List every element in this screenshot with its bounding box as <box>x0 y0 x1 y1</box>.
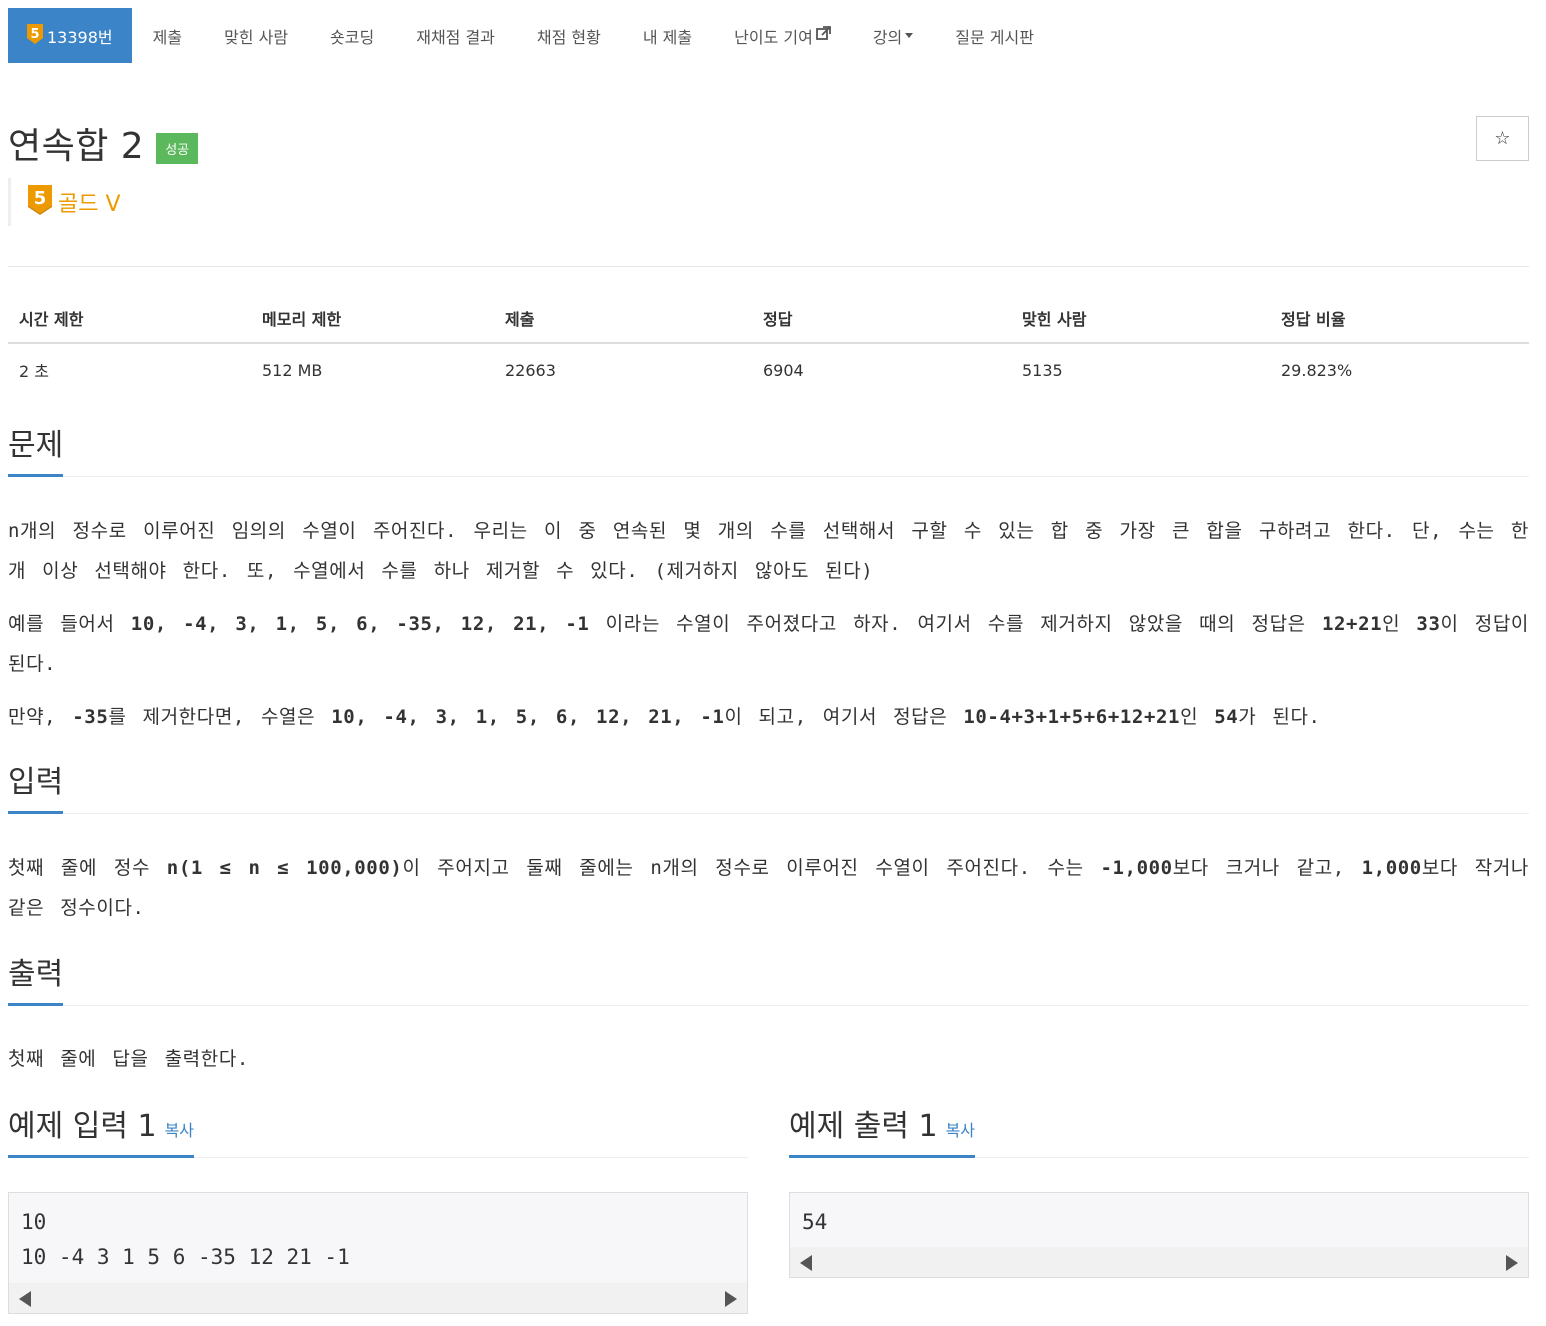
problem-section-header: 문제 <box>8 427 1529 477</box>
copy-sample-output-link[interactable]: 복사 <box>946 1121 975 1140</box>
svg-text:5: 5 <box>30 27 39 42</box>
status-badge: 성공 <box>156 132 199 164</box>
sample-input-text: 10 10 -4 3 1 5 6 -35 12 21 -1 <box>21 1210 350 1269</box>
value-memory-limit: 512 MB <box>262 360 323 380</box>
header-memory-limit: 메모리 제한 <box>251 292 494 344</box>
problem-title: 연속합 2 <box>8 126 145 167</box>
scroll-right-arrow-icon[interactable] <box>725 1291 737 1307</box>
header-accept-ratio: 정답 비율 <box>1270 292 1529 344</box>
nav-difficulty-contribution[interactable]: 난이도 기여 <box>713 8 852 63</box>
problem-description-p1: n개의 정수로 이루어진 임의의 수열이 주어진다. 우리는 이 중 연속된 몇… <box>8 520 1529 582</box>
problem-description-p3: 만약, -35를 제거한다면, 수열은 10, -4, 3, 1, 5, 6, … <box>8 706 1321 728</box>
problem-info-table: 시간 제한 메모리 제한 제출 정답 맞힌 사람 정답 비율 2 초 512 M… <box>8 292 1529 394</box>
sample-input-box: 10 10 -4 3 1 5 6 -35 12 21 -1 <box>8 1192 748 1314</box>
external-link-icon <box>815 26 831 45</box>
sample-output-heading: 예제 출력 1 복사 <box>789 1108 976 1158</box>
problem-heading: 문제 <box>8 427 64 477</box>
nav-lectures-label: 강의 <box>872 27 903 47</box>
sample-output-box: 54 <box>789 1192 1529 1278</box>
table-header-row: 시간 제한 메모리 제한 제출 정답 맞힌 사람 정답 비율 <box>8 292 1529 344</box>
input-description: 첫째 줄에 정수 n(1 ≤ n ≤ 100,000)이 주어지고 둘째 줄에는… <box>8 857 1529 919</box>
value-accept-ratio: 29.823% <box>1281 360 1353 380</box>
input-heading: 입력 <box>8 764 64 814</box>
scroll-left-arrow-icon[interactable] <box>19 1291 31 1307</box>
header-accepted: 정답 <box>752 292 1011 344</box>
problem-title-row: 연속합 2 성공 <box>8 117 199 169</box>
caret-down-icon <box>905 33 914 38</box>
nav-difficulty-label: 난이도 기여 <box>734 27 813 47</box>
copy-sample-input-link[interactable]: 복사 <box>165 1121 194 1140</box>
value-accepted: 6904 <box>763 360 804 380</box>
gold-tier-icon: 5 <box>28 185 52 219</box>
nav-question-board[interactable]: 질문 게시판 <box>934 8 1055 63</box>
problem-nav: 5 13398번 제출 맞힌 사람 숏코딩 재채점 결과 채점 현황 내 제출 … <box>8 8 1055 63</box>
nav-solved-users[interactable]: 맞힌 사람 <box>203 8 309 63</box>
output-section-header: 출력 <box>8 956 1529 1006</box>
svg-text:5: 5 <box>34 188 47 209</box>
value-solved-users: 5135 <box>1022 360 1063 380</box>
nav-judge-status[interactable]: 채점 현황 <box>516 8 622 63</box>
scroll-left-arrow-icon[interactable] <box>800 1255 812 1271</box>
star-icon: ☆ <box>1494 128 1511 149</box>
value-time-limit: 2 초 <box>19 362 49 381</box>
nav-lectures-dropdown[interactable]: 강의 <box>852 8 934 63</box>
horizontal-scrollbar[interactable] <box>790 1247 1528 1277</box>
favorite-star-button[interactable]: ☆ <box>1476 116 1529 161</box>
nav-problem-number[interactable]: 5 13398번 <box>8 8 132 63</box>
gold-tier-icon: 5 <box>27 23 43 48</box>
nav-my-submissions[interactable]: 내 제출 <box>622 8 713 63</box>
nav-short-coding[interactable]: 숏코딩 <box>309 8 395 63</box>
output-description: 첫째 줄에 답을 출력한다. <box>8 1048 249 1070</box>
horizontal-scrollbar[interactable] <box>9 1283 747 1313</box>
table-row: 2 초 512 MB 22663 6904 5135 29.823% <box>8 343 1529 394</box>
nav-problem-number-label: 13398번 <box>47 27 113 47</box>
value-submissions: 22663 <box>505 360 556 380</box>
nav-rejudge-results[interactable]: 재채점 결과 <box>395 8 516 63</box>
sample-input-header: 예제 입력 1 복사 <box>8 1108 748 1158</box>
sample-output-header: 예제 출력 1 복사 <box>789 1108 1529 1158</box>
sample-input-heading: 예제 입력 1 복사 <box>8 1108 195 1158</box>
header-solved-users: 맞힌 사람 <box>1011 292 1270 344</box>
output-heading: 출력 <box>8 956 64 1006</box>
problem-description-p2: 예를 들어서 10, -4, 3, 1, 5, 6, -35, 12, 21, … <box>8 613 1530 675</box>
problem-tier: 5 골드 V <box>8 178 121 226</box>
scroll-right-arrow-icon[interactable] <box>1506 1255 1518 1271</box>
tier-label[interactable]: 골드 V <box>58 186 121 218</box>
input-section-header: 입력 <box>8 764 1529 814</box>
divider <box>8 266 1529 267</box>
header-submissions: 제출 <box>494 292 752 344</box>
sample-output-text: 54 <box>802 1210 828 1234</box>
nav-submit[interactable]: 제출 <box>132 8 203 63</box>
header-time-limit: 시간 제한 <box>8 292 251 344</box>
